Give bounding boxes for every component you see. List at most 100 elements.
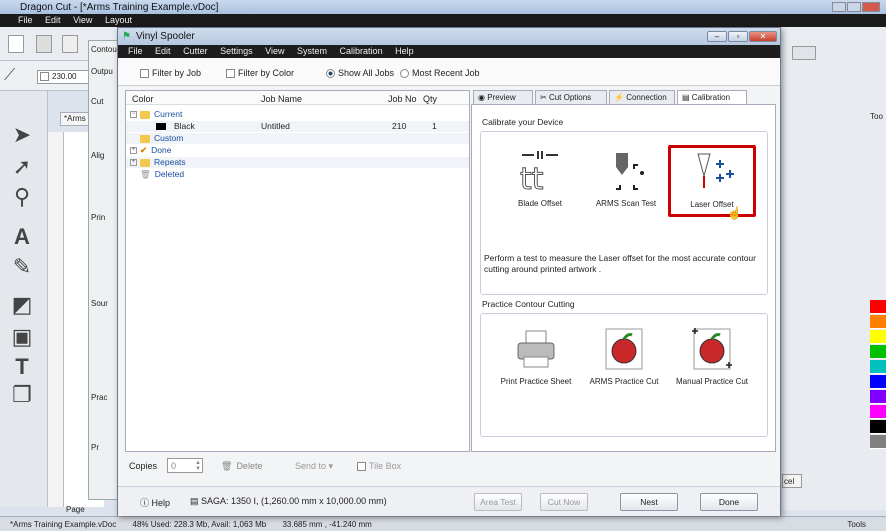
blade-offset-button[interactable]: tt Blade Offset bbox=[498, 149, 582, 208]
spooler-menu-help[interactable]: Help bbox=[395, 46, 414, 56]
column-job-no[interactable]: Job No bbox=[388, 94, 417, 104]
expand-icon[interactable]: + bbox=[130, 159, 137, 167]
filter-by-color-checkbox[interactable]: Filter by Color bbox=[226, 68, 294, 79]
status-tools[interactable]: Tools bbox=[847, 520, 866, 529]
most-recent-job-radio[interactable]: Most Recent Job bbox=[400, 68, 480, 79]
palette-swatch[interactable] bbox=[870, 300, 886, 314]
done-button[interactable]: Done bbox=[700, 493, 758, 511]
save-document-icon[interactable] bbox=[62, 35, 78, 53]
spooler-menu-calibration[interactable]: Calibration bbox=[340, 46, 383, 56]
practice-label: Prac bbox=[91, 393, 108, 402]
app-title: Dragon Cut - [*Arms Training Example.vDo… bbox=[20, 2, 219, 13]
spooler-menu-view[interactable]: View bbox=[265, 46, 284, 56]
spooler-maximize-button[interactable]: ▫ bbox=[728, 31, 748, 42]
select-arrow-icon[interactable]: ➤ bbox=[8, 121, 36, 149]
column-job-name[interactable]: Job Name bbox=[261, 94, 302, 104]
tab-preview[interactable]: ◉ Preview bbox=[473, 90, 533, 104]
collapse-icon[interactable]: − bbox=[130, 111, 137, 119]
trash-icon: 🗑 bbox=[140, 169, 151, 179]
app-menu-file[interactable]: File bbox=[18, 15, 33, 25]
cut-options-icon: ✂ bbox=[540, 93, 549, 102]
app-window-controls[interactable] bbox=[832, 2, 882, 12]
spooler-menu-edit[interactable]: Edit bbox=[155, 46, 171, 56]
nest-button[interactable]: Nest bbox=[620, 493, 678, 511]
job-color: Black bbox=[174, 121, 195, 131]
spooler-logo-icon: ⚑ bbox=[122, 31, 131, 42]
cut-now-button[interactable]: Cut Now bbox=[540, 493, 588, 511]
app-menu-layout[interactable]: Layout bbox=[105, 15, 132, 25]
area-test-button[interactable]: Area Test bbox=[474, 493, 522, 511]
palette-swatch[interactable] bbox=[870, 435, 886, 449]
node-edit-icon[interactable]: ➚ bbox=[8, 153, 36, 181]
expand-icon[interactable]: + bbox=[130, 147, 137, 155]
filter-by-job-checkbox[interactable]: Filter by Job bbox=[140, 68, 201, 79]
help-button[interactable]: ⓘ Help bbox=[140, 496, 170, 509]
calibrate-device-title: Calibrate your Device bbox=[482, 117, 564, 127]
spooler-menu-system[interactable]: System bbox=[297, 46, 327, 56]
source-label: Sour bbox=[91, 299, 108, 308]
image-icon[interactable]: ▣ bbox=[8, 323, 36, 351]
manual-practice-cut-button[interactable]: Manual Practice Cut bbox=[670, 327, 754, 386]
arms-scan-test-button[interactable]: ARMS Scan Test bbox=[584, 149, 668, 208]
contour-panel: Contour Outpu Cut Alig Prin Sour Prac Pr bbox=[88, 40, 119, 500]
shape-icon[interactable]: ◩ bbox=[8, 291, 36, 319]
type-tool-icon[interactable]: T bbox=[8, 353, 36, 381]
cancel-button-fragment[interactable]: cel bbox=[782, 474, 802, 488]
app-minimize-button[interactable] bbox=[832, 2, 846, 12]
app-maximize-button[interactable] bbox=[847, 2, 861, 12]
tree-repeats[interactable]: + Repeats bbox=[126, 157, 469, 168]
open-document-icon[interactable] bbox=[36, 35, 52, 53]
spooler-close-button[interactable]: ✕ bbox=[749, 31, 777, 42]
column-qty[interactable]: Qty bbox=[423, 94, 437, 104]
palette-swatch[interactable] bbox=[870, 315, 886, 329]
angle-icon[interactable]: ⟋ bbox=[4, 67, 15, 85]
copies-label: Copies bbox=[129, 461, 158, 471]
spooler-menu-cutter[interactable]: Cutter bbox=[183, 46, 208, 56]
spooler-minimize-button[interactable]: – bbox=[707, 31, 727, 42]
palette-swatch[interactable] bbox=[870, 420, 886, 434]
job-row[interactable]: Black Untitled 210 1 bbox=[126, 121, 469, 132]
app-menu-view[interactable]: View bbox=[73, 15, 92, 25]
palette-swatch[interactable] bbox=[870, 345, 886, 359]
apple-sticker-manual-icon bbox=[688, 327, 736, 371]
palette-swatch[interactable] bbox=[870, 405, 886, 419]
tree-current[interactable]: − Current bbox=[126, 109, 469, 120]
app-menu-edit[interactable]: Edit bbox=[45, 15, 61, 25]
text-tool-icon[interactable]: A bbox=[8, 223, 36, 251]
show-all-jobs-radio[interactable]: Show All Jobs bbox=[326, 68, 394, 79]
tree-custom[interactable]: Custom bbox=[126, 133, 469, 144]
palette-swatch[interactable] bbox=[870, 330, 886, 344]
app-close-button[interactable] bbox=[862, 2, 880, 12]
print-label: Prin bbox=[91, 213, 106, 222]
print-practice-sheet-button[interactable]: Print Practice Sheet bbox=[494, 327, 578, 386]
spooler-menu-bar: File Edit Cutter Settings View System Ca… bbox=[118, 45, 780, 58]
tile-box-checkbox[interactable]: Tile Box bbox=[357, 461, 401, 472]
output-label: Outpu bbox=[91, 67, 113, 76]
pen-icon[interactable]: ✎ bbox=[8, 253, 36, 281]
tree-done[interactable]: + ✔ Done bbox=[126, 145, 469, 156]
palette-swatch[interactable] bbox=[870, 375, 886, 389]
new-document-icon[interactable] bbox=[8, 35, 24, 53]
arms-practice-cut-button[interactable]: ARMS Practice Cut bbox=[582, 327, 666, 386]
layers-icon[interactable]: ❐ bbox=[8, 381, 36, 409]
delete-button[interactable]: 🗑 Delete bbox=[221, 461, 262, 472]
stepper-arrows-icon[interactable]: ▲ ▼ bbox=[195, 460, 201, 472]
tree-deleted[interactable]: 🗑 Deleted bbox=[126, 169, 469, 180]
tab-calibration[interactable]: ▤ Calibration bbox=[677, 90, 747, 105]
send-to-button[interactable]: Send to ▾ bbox=[295, 461, 333, 472]
scan-sensor-icon bbox=[602, 149, 650, 193]
spooler-menu-file[interactable]: File bbox=[128, 46, 143, 56]
column-color[interactable]: Color bbox=[132, 94, 154, 104]
copies-stepper[interactable]: 0 ▲ ▼ bbox=[167, 458, 203, 473]
zoom-icon[interactable]: ⚲ bbox=[8, 183, 36, 211]
job-number: 210 bbox=[392, 121, 407, 131]
laser-offset-button[interactable]: Laser Offset ☝ bbox=[668, 145, 756, 220]
palette-swatch[interactable] bbox=[870, 390, 886, 404]
svg-text:tt: tt bbox=[520, 162, 544, 193]
help-icon: ⓘ bbox=[140, 498, 152, 508]
panel-close-button[interactable] bbox=[792, 46, 816, 60]
palette-swatch[interactable] bbox=[870, 360, 886, 374]
tab-connection[interactable]: ⚡ Connection bbox=[609, 90, 675, 104]
spooler-menu-settings[interactable]: Settings bbox=[220, 46, 253, 56]
tab-cut-options[interactable]: ✂ Cut Options bbox=[535, 90, 607, 104]
